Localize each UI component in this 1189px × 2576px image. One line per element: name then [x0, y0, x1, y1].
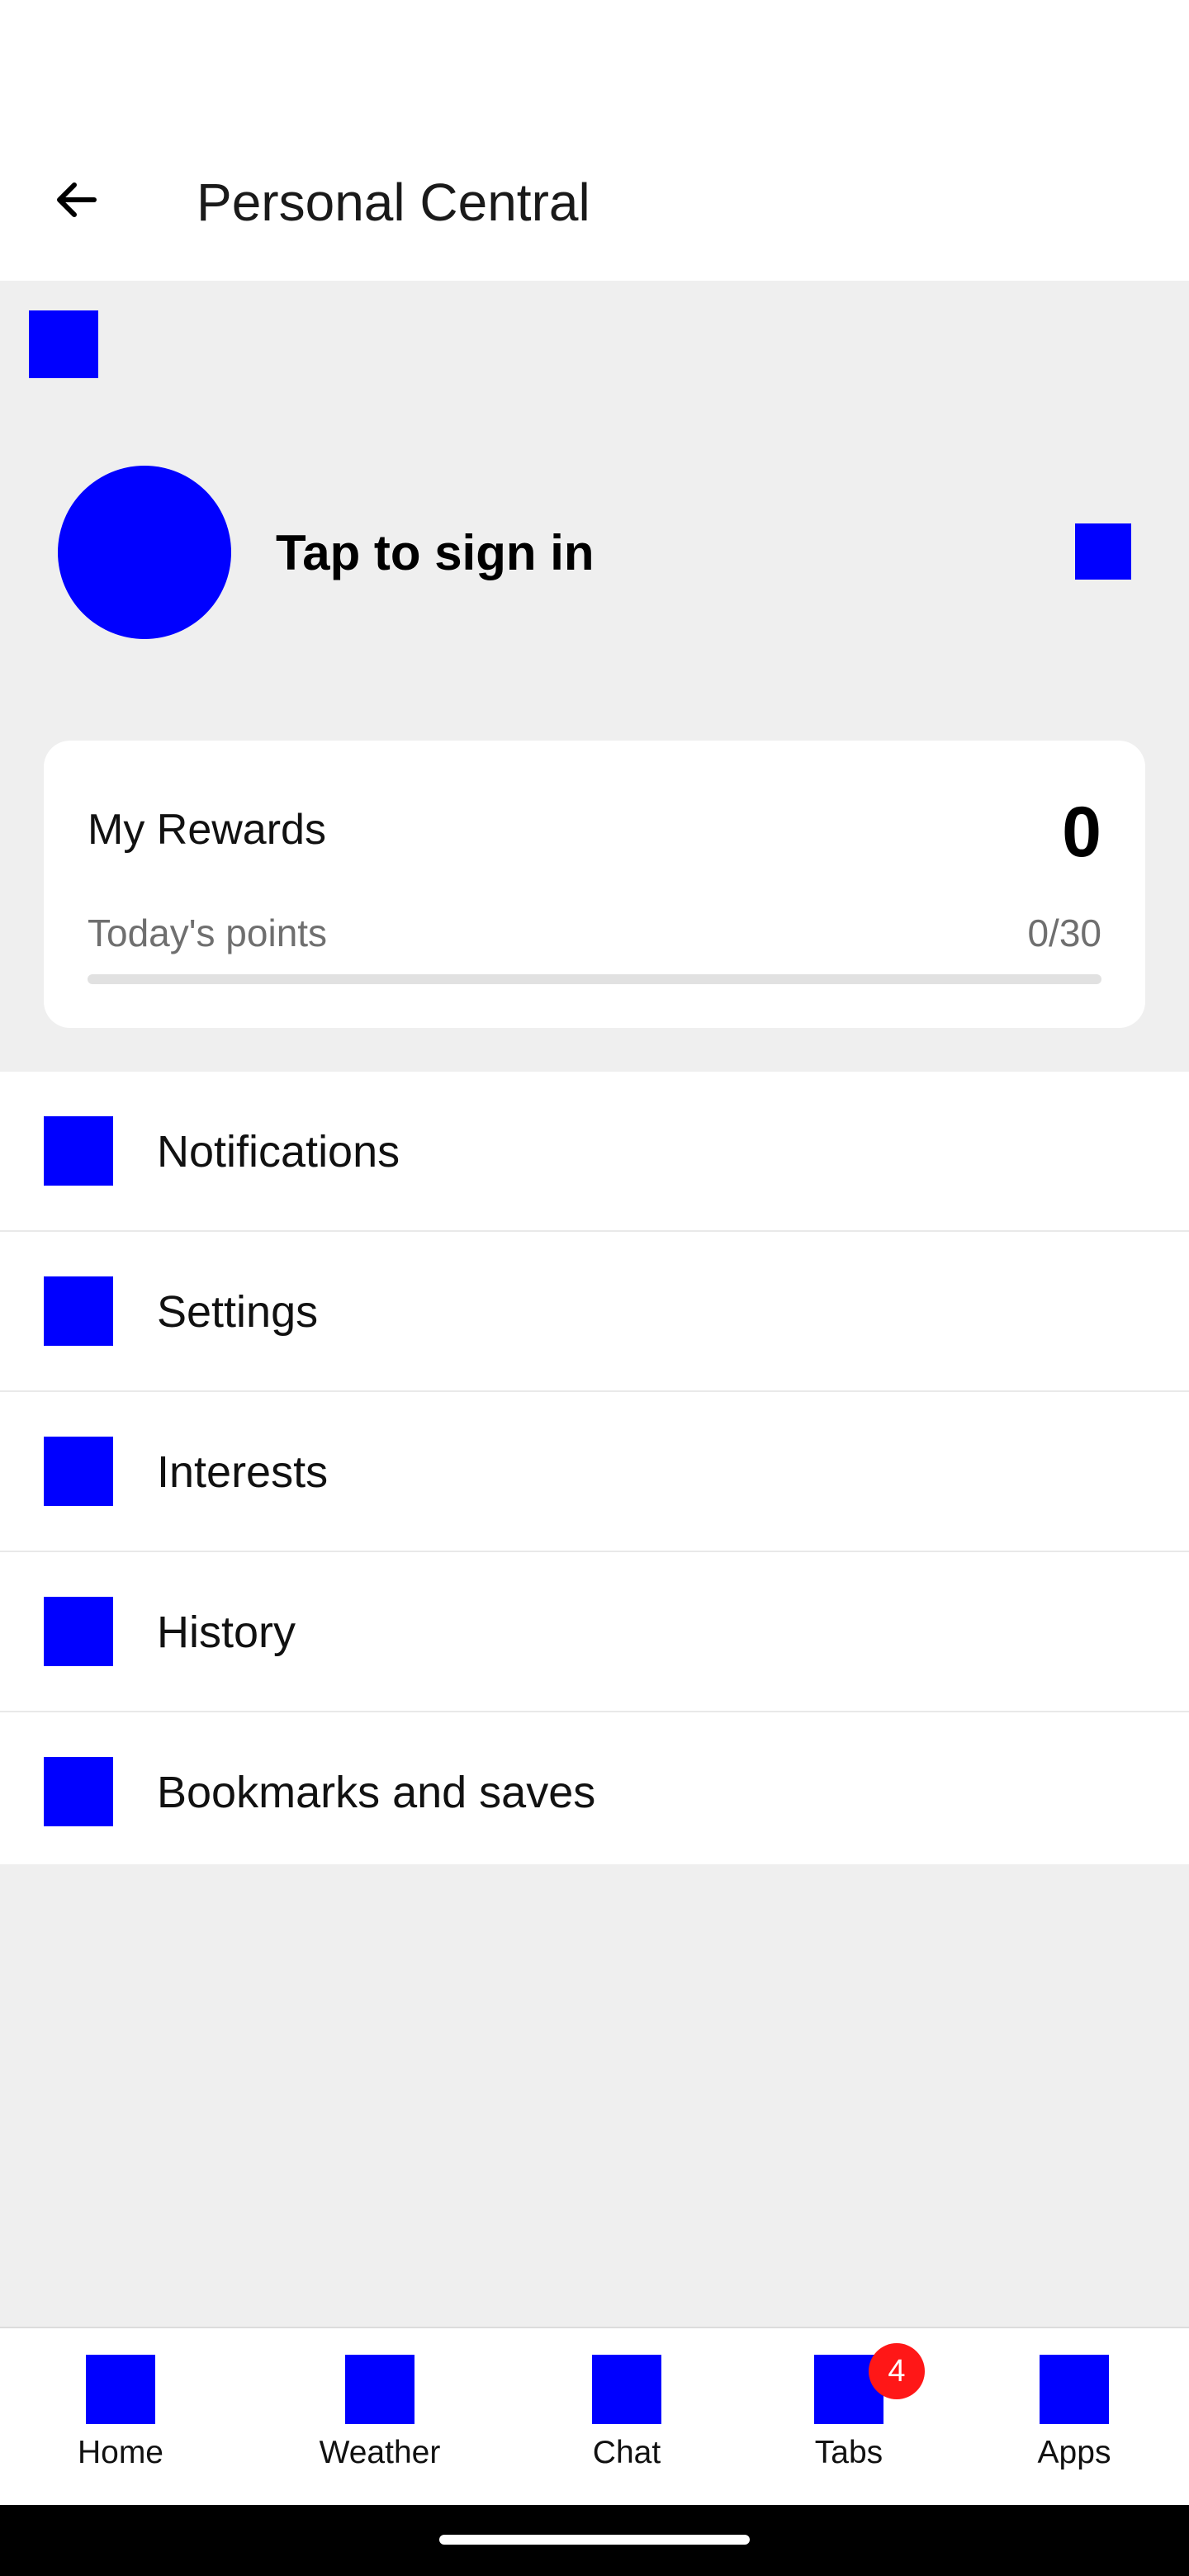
edit-profile-icon[interactable] — [1075, 523, 1131, 580]
menu-label: History — [157, 1608, 296, 1657]
nav-label: Chat — [592, 2435, 661, 2470]
rewards-card[interactable] — [44, 741, 1145, 1028]
nav-apps[interactable]: Apps — [992, 2355, 1157, 2479]
nav-chat[interactable]: Chat — [544, 2355, 709, 2479]
points-count: 0/30 — [1027, 912, 1101, 954]
page-title: Personal Central — [197, 173, 590, 232]
nav-label: Home — [77, 2435, 164, 2470]
menu-item-bookmarks[interactable]: Bookmarks and saves — [0, 1712, 1189, 1871]
weather-icon — [345, 2355, 414, 2424]
apps-icon — [1040, 2355, 1109, 2424]
status-bar — [0, 0, 1189, 107]
menu-label: Bookmarks and saves — [157, 1768, 596, 1817]
tabs-badge: 4 — [869, 2343, 925, 2399]
menu-item-interests[interactable]: Interests — [0, 1392, 1189, 1552]
arrow-left-icon — [57, 182, 97, 217]
bookmarks-icon — [44, 1757, 113, 1826]
avatar[interactable] — [58, 466, 231, 639]
settings-icon — [44, 1276, 113, 1346]
points-progress-bar — [88, 974, 1101, 984]
profile-badge-icon[interactable] — [29, 310, 98, 378]
menu-item-settings[interactable]: Settings — [0, 1232, 1189, 1392]
nav-home[interactable]: Home — [38, 2355, 203, 2479]
back-button[interactable] — [43, 167, 109, 233]
app-bar — [0, 107, 1189, 281]
menu-label: Notifications — [157, 1127, 400, 1177]
interests-icon — [44, 1437, 113, 1506]
nav-label: Tabs — [814, 2435, 883, 2470]
rewards-value: 0 — [1062, 793, 1101, 872]
chat-icon — [592, 2355, 661, 2424]
menu-label: Interests — [157, 1447, 329, 1497]
menu-label: Settings — [157, 1287, 319, 1337]
menu-list: Notifications Settings Interests History… — [0, 1072, 1189, 1871]
home-icon — [86, 2355, 155, 2424]
nav-label: Apps — [1037, 2435, 1111, 2470]
nav-weather[interactable]: Weather — [297, 2355, 462, 2479]
menu-item-history[interactable]: History — [0, 1552, 1189, 1712]
empty-area — [0, 1864, 1189, 2327]
nav-tabs[interactable]: 4 Tabs — [766, 2343, 931, 2479]
home-indicator[interactable] — [439, 2535, 750, 2545]
nav-label: Weather — [319, 2435, 441, 2470]
points-label: Today's points — [88, 912, 328, 954]
notifications-icon — [44, 1116, 113, 1186]
menu-item-notifications[interactable]: Notifications — [0, 1072, 1189, 1232]
sign-in-link[interactable]: Tap to sign in — [276, 520, 594, 586]
rewards-title: My Rewards — [88, 806, 326, 854]
history-icon — [44, 1597, 113, 1666]
